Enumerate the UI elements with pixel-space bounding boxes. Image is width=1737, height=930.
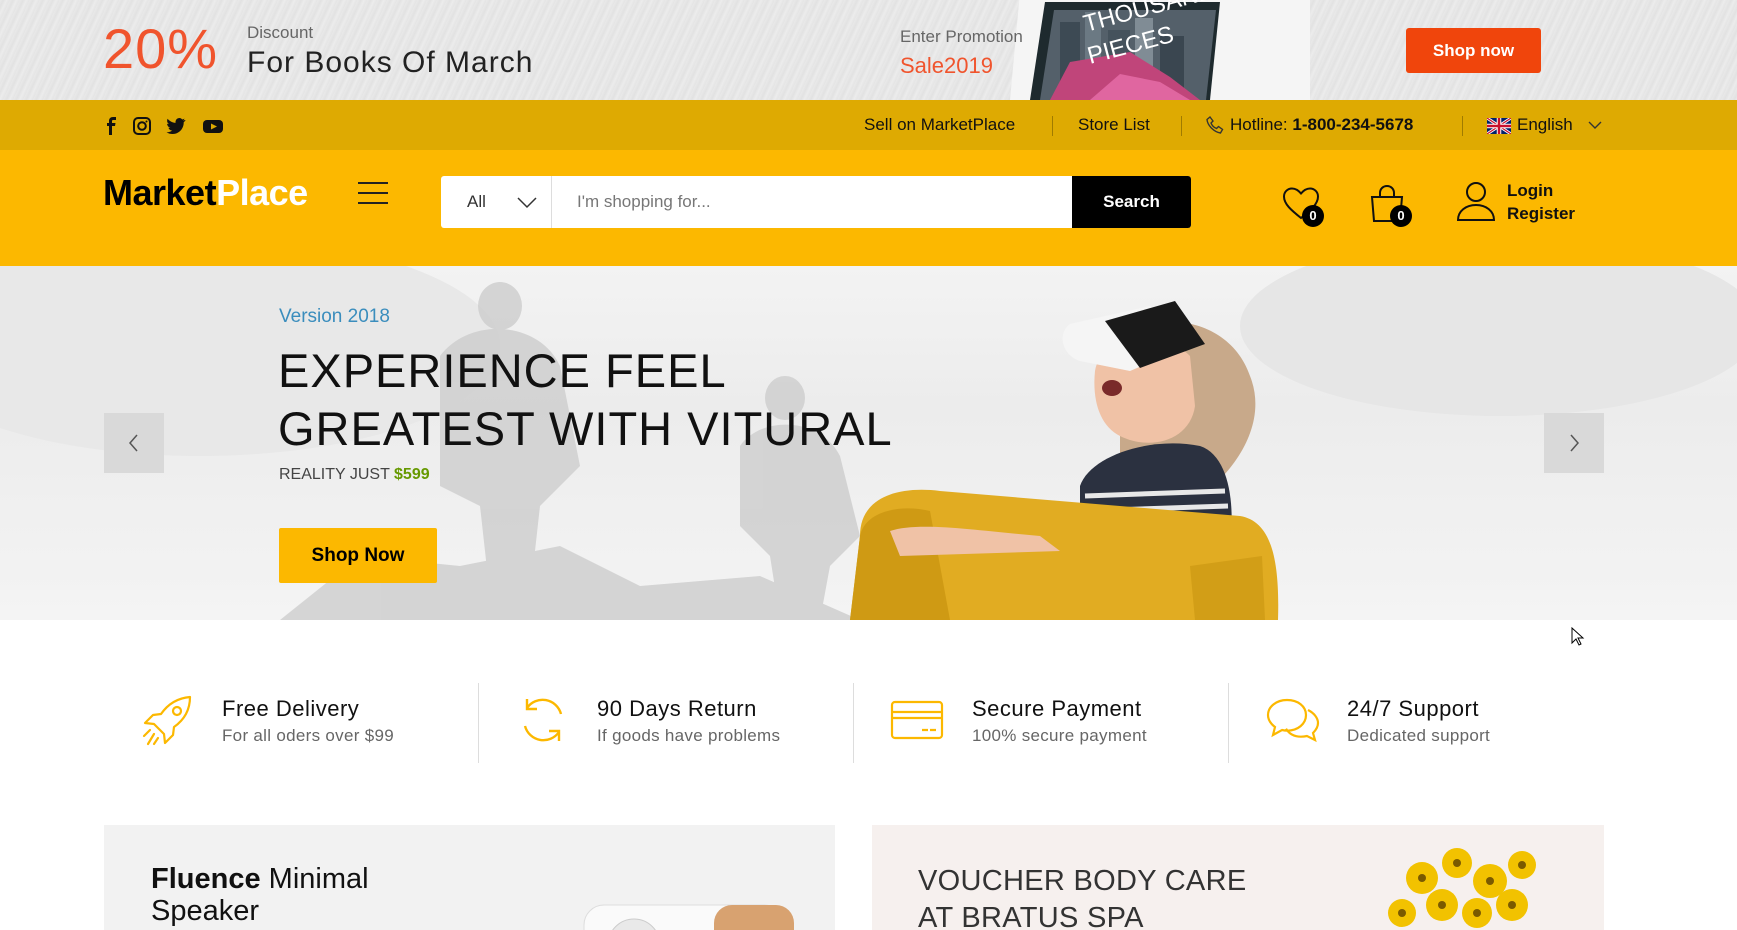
logo-market: Market xyxy=(103,172,217,213)
promo-discount-label: Discount xyxy=(247,23,314,42)
hero-slider: Version 2018 EXPERIENCE FEEL GREATEST WI… xyxy=(0,266,1737,620)
user-icon[interactable] xyxy=(1456,180,1496,221)
promo-bar: 20% Discount For Books Of March THOUSAND… xyxy=(0,0,1737,100)
flowers-image xyxy=(1388,848,1536,928)
instagram-icon[interactable] xyxy=(131,116,153,136)
promo-enter-label: Enter Promotion xyxy=(900,27,1023,46)
speaker-banner-title: Fluence Minimal Speaker xyxy=(151,863,369,927)
divider xyxy=(853,683,854,763)
chevron-down-icon xyxy=(517,194,537,210)
book-cover-image: THOUSAND PIECES xyxy=(990,0,1310,100)
chat-icon xyxy=(1265,692,1321,748)
feature-title: Free Delivery xyxy=(222,696,360,721)
promo-code: Sale2019 xyxy=(900,53,993,78)
feature-free-delivery: Free Delivery For all oders over $99 xyxy=(140,683,515,763)
promo-shop-now-button[interactable]: Shop now xyxy=(1406,28,1541,73)
hero-subtitle: REALITY JUST $599 xyxy=(279,466,430,484)
divider xyxy=(1228,683,1229,763)
login-link[interactable]: Login xyxy=(1507,181,1553,201)
chevron-down-icon[interactable] xyxy=(1588,120,1602,130)
sell-on-marketplace-link[interactable]: Sell on MarketPlace xyxy=(864,100,1015,150)
slider-prev-button[interactable] xyxy=(104,413,164,473)
category-select[interactable]: All xyxy=(441,176,552,228)
store-list-link[interactable]: Store List xyxy=(1078,100,1150,150)
main-header: MarketPlace All Search 0 0 Login Registe… xyxy=(0,150,1737,266)
youtube-icon[interactable] xyxy=(202,116,224,136)
site-logo[interactable]: MarketPlace xyxy=(103,172,308,214)
hero-title: EXPERIENCE FEEL GREATEST WITH VITURAL xyxy=(278,342,893,458)
feature-title: Secure Payment xyxy=(972,696,1142,721)
refresh-icon xyxy=(515,692,571,748)
slider-next-button[interactable] xyxy=(1544,413,1604,473)
chevron-left-icon xyxy=(129,434,138,452)
spa-banner-line-1: VOUCHER BODY CARE xyxy=(918,865,1247,897)
twitter-icon[interactable] xyxy=(165,116,187,136)
hero-shop-now-button[interactable]: Shop Now xyxy=(279,528,437,583)
rocket-icon xyxy=(140,692,196,748)
mouse-cursor-icon xyxy=(1571,627,1585,647)
feature-subtitle: 100% secure payment xyxy=(972,726,1147,745)
divider xyxy=(1462,116,1463,136)
feature-secure-payment: Secure Payment 100% secure payment xyxy=(890,683,1265,763)
feature-90-days-return: 90 Days Return If goods have problems xyxy=(515,683,890,763)
chevron-right-icon xyxy=(1570,434,1579,452)
search-bar: All Search xyxy=(441,176,1191,228)
hero-title-line-2: GREATEST WITH VITURAL xyxy=(278,402,893,455)
logo-place: Place xyxy=(216,172,308,213)
spa-banner-title: VOUCHER BODY CARE AT BRATUS SPA xyxy=(918,863,1246,930)
divider xyxy=(1052,116,1053,136)
language-selector[interactable]: English xyxy=(1517,100,1573,150)
hotline-number[interactable]: 1-800-234-5678 xyxy=(1292,115,1413,134)
register-link[interactable]: Register xyxy=(1507,204,1575,224)
spa-banner-line-2: AT BRATUS SPA xyxy=(918,902,1144,930)
feature-subtitle: Dedicated support xyxy=(1347,726,1491,745)
cart-count-badge: 0 xyxy=(1390,205,1412,227)
feature-title: 24/7 Support xyxy=(1347,696,1479,721)
credit-card-icon xyxy=(890,692,946,748)
banner-product: Minimal xyxy=(268,863,369,895)
feature-subtitle: If goods have problems xyxy=(597,726,781,745)
promo-percent: 20% xyxy=(103,17,219,80)
hero-version-label: Version 2018 xyxy=(279,306,390,327)
divider xyxy=(1181,116,1182,136)
feature-subtitle: For all oders over $99 xyxy=(222,726,394,745)
search-input[interactable] xyxy=(552,176,1072,228)
hotline: Hotline: 1-800-234-5678 xyxy=(1230,100,1413,150)
phone-icon xyxy=(1206,115,1224,135)
promo-title: For Books Of March xyxy=(247,46,534,79)
banner-brand: Fluence xyxy=(151,863,261,895)
hero-price: $599 xyxy=(394,466,430,483)
top-bar: Sell on MarketPlace Store List Hotline: … xyxy=(0,100,1737,150)
spa-voucher-banner[interactable]: VOUCHER BODY CARE AT BRATUS SPA xyxy=(872,825,1604,930)
hero-subtitle-text: REALITY JUST xyxy=(279,466,390,483)
facebook-icon[interactable] xyxy=(101,116,123,136)
hero-title-line-1: EXPERIENCE FEEL xyxy=(278,344,727,397)
uk-flag-icon xyxy=(1487,118,1511,134)
feature-title: 90 Days Return xyxy=(597,696,757,721)
banner-product-line-2: Speaker xyxy=(151,895,260,927)
menu-icon[interactable] xyxy=(356,180,390,206)
feature-24-7-support: 24/7 Support Dedicated support xyxy=(1265,683,1640,763)
search-button[interactable]: Search xyxy=(1072,176,1191,228)
speaker-banner[interactable]: Fluence Minimal Speaker xyxy=(104,825,835,930)
divider xyxy=(478,683,479,763)
speaker-image xyxy=(583,904,794,930)
wishlist-count-badge: 0 xyxy=(1302,205,1324,227)
category-value: All xyxy=(467,192,486,211)
hotline-label: Hotline: xyxy=(1230,115,1288,134)
